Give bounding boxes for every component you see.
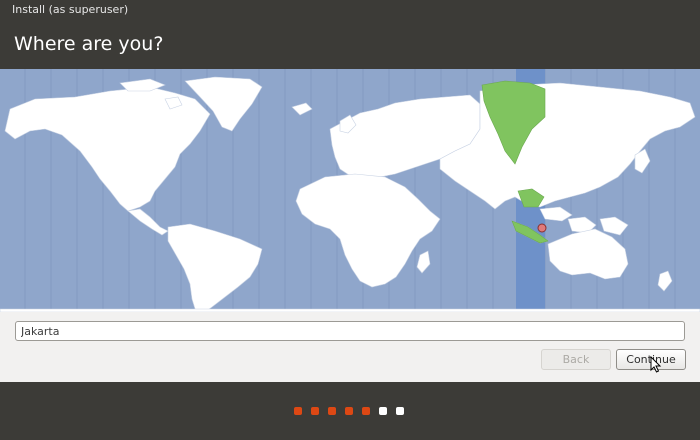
progress-dot [311,407,319,415]
world-map[interactable] [0,69,700,312]
progress-dot [362,407,370,415]
window-title: Install (as superuser) [0,0,700,20]
back-button[interactable]: Back [541,349,611,370]
progress-dot [379,407,387,415]
timezone-map[interactable] [0,69,700,312]
progress-dot [396,407,404,415]
page-title: Where are you? [0,20,700,69]
location-panel: Back Continue [0,312,700,382]
installer-footer [0,382,700,440]
progress-indicator [294,407,404,415]
mouse-pointer-icon [650,355,662,378]
location-marker [537,223,547,233]
timezone-input[interactable] [15,321,685,341]
progress-dot [294,407,302,415]
progress-dot [328,407,336,415]
progress-dot [345,407,353,415]
